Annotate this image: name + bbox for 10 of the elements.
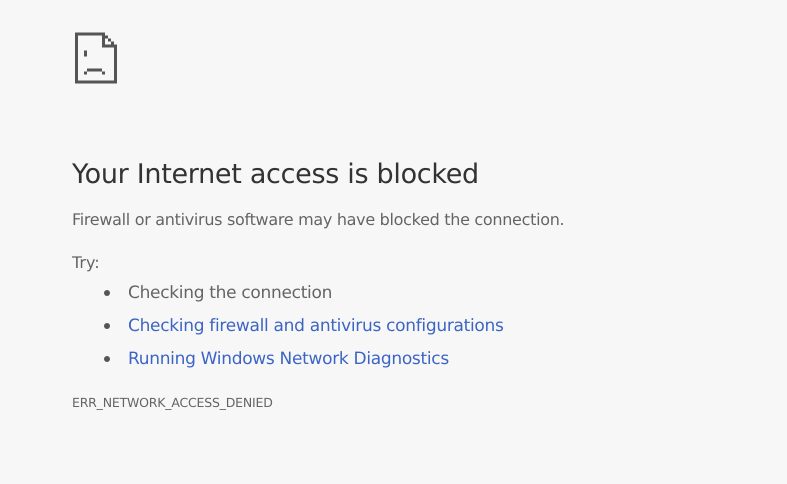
page-heading: Your Internet access is blocked: [72, 158, 480, 192]
error-code: ERR_NETWORK_ACCESS_DENIED: [72, 395, 274, 410]
suggestion-text: Checking the connection: [128, 282, 332, 302]
suggestion-link[interactable]: Running Windows Network Diagnostics: [128, 348, 449, 368]
suggestion-link[interactable]: Checking firewall and antivirus configurations: [128, 316, 504, 336]
bullet-icon: [104, 356, 110, 362]
error-message: Firewall or antivirus software may have blocked the connection.: [72, 209, 566, 231]
bullet-icon: [104, 322, 110, 328]
try-label: Try:: [72, 252, 101, 274]
bullet-icon: [104, 290, 110, 296]
